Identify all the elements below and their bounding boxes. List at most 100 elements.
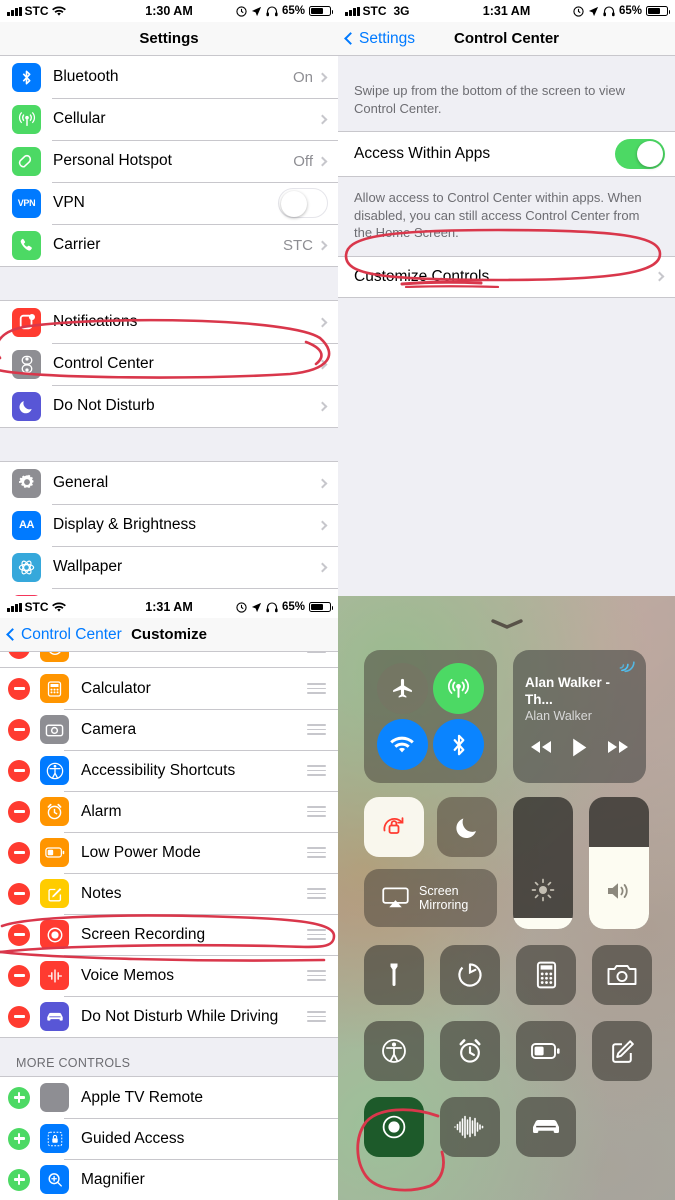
brightness-slider[interactable] bbox=[513, 797, 573, 929]
remove-badge[interactable] bbox=[8, 964, 30, 987]
remove-badge[interactable] bbox=[8, 677, 30, 700]
list-item-alarm[interactable]: Alarm bbox=[0, 791, 338, 832]
remove-badge[interactable] bbox=[8, 800, 30, 823]
sidebar-item-wallpaper[interactable]: Wallpaper bbox=[0, 546, 338, 588]
sidebar-item-vpn[interactable]: VPN VPN bbox=[0, 182, 338, 224]
sidebar-item-sounds-haptics[interactable]: Sounds & Haptics bbox=[0, 588, 338, 596]
airplane-mode-button[interactable] bbox=[376, 662, 428, 714]
settings-group-notifications: Notifications Control Center Do Not Dist… bbox=[0, 301, 338, 427]
wifi-button[interactable] bbox=[376, 719, 428, 771]
alarm-button[interactable] bbox=[440, 1021, 500, 1081]
do-not-disturb-while-driving-button[interactable] bbox=[516, 1097, 576, 1157]
remove-badge[interactable] bbox=[8, 1005, 30, 1028]
list-item-magnifier[interactable]: Magnifier bbox=[0, 1159, 338, 1200]
back-button-label: Control Center bbox=[21, 625, 122, 643]
status-bar: STC 3G 1:31 AM 65% bbox=[338, 0, 675, 22]
status-bar-left: STC bbox=[7, 600, 66, 614]
voice-memos-button[interactable] bbox=[440, 1097, 500, 1157]
row-label: Alarm bbox=[81, 802, 122, 820]
dismiss-chevron-icon[interactable] bbox=[490, 618, 524, 630]
list-item-timer-clipped[interactable]: Timer bbox=[0, 652, 338, 668]
list-item-camera[interactable]: Camera bbox=[0, 709, 338, 750]
list-item-low-power-mode[interactable]: Low Power Mode bbox=[0, 832, 338, 873]
row-label: Screen Recording bbox=[81, 925, 206, 943]
remove-badge[interactable] bbox=[8, 652, 30, 659]
cellular-icon bbox=[12, 104, 41, 134]
add-badge[interactable] bbox=[8, 1127, 30, 1150]
list-item-do-not-disturb-while-driving[interactable]: Do Not Disturb While Driving bbox=[0, 996, 338, 1037]
remove-badge[interactable] bbox=[8, 718, 30, 741]
airplay-audio-icon[interactable] bbox=[619, 658, 636, 673]
flashlight-button[interactable] bbox=[364, 945, 424, 1005]
back-button[interactable]: Control Center bbox=[6, 625, 122, 644]
access-within-apps-row[interactable]: Access Within Apps bbox=[338, 131, 675, 178]
wifi-icon bbox=[51, 5, 66, 16]
sidebar-item-cellular[interactable]: Cellular bbox=[0, 98, 338, 140]
drag-handle[interactable] bbox=[307, 1010, 326, 1023]
headphones-icon bbox=[266, 601, 278, 612]
list-item-calculator[interactable]: Calculator bbox=[0, 668, 338, 709]
sidebar-item-general[interactable]: General bbox=[0, 462, 338, 504]
chevron-right-icon bbox=[317, 240, 328, 250]
add-badge[interactable] bbox=[8, 1168, 30, 1191]
wifi-icon bbox=[51, 601, 66, 612]
sidebar-item-bluetooth[interactable]: Bluetooth On bbox=[0, 56, 338, 98]
sidebar-item-personal-hotspot[interactable]: Personal Hotspot Off bbox=[0, 140, 338, 182]
control-center-icon bbox=[12, 349, 41, 379]
headphones-icon bbox=[266, 5, 278, 16]
volume-slider[interactable] bbox=[589, 797, 649, 929]
list-item-notes[interactable]: Notes bbox=[0, 873, 338, 914]
back-button[interactable]: Settings bbox=[344, 30, 415, 48]
list-item-voice-memos[interactable]: Voice Memos bbox=[0, 955, 338, 996]
sidebar-item-do-not-disturb[interactable]: Do Not Disturb bbox=[0, 385, 338, 427]
drag-handle[interactable] bbox=[307, 805, 326, 818]
signal-bars-icon bbox=[7, 602, 22, 612]
vpn-toggle[interactable] bbox=[278, 188, 328, 218]
cellular-data-button[interactable] bbox=[433, 662, 485, 714]
accessibility-shortcuts-button[interactable] bbox=[364, 1021, 424, 1081]
fast-forward-button[interactable] bbox=[606, 739, 630, 755]
remove-badge[interactable] bbox=[8, 923, 30, 946]
rotation-lock-button[interactable] bbox=[364, 797, 424, 857]
list-item-guided-access[interactable]: Guided Access bbox=[0, 1118, 338, 1159]
access-within-apps-toggle[interactable] bbox=[615, 139, 665, 170]
sidebar-item-display-brightness[interactable]: AA Display & Brightness bbox=[0, 504, 338, 546]
screen-mirroring-button[interactable]: Screen Mirroring bbox=[364, 869, 497, 927]
screen-recording-icon bbox=[40, 920, 69, 949]
notes-button[interactable] bbox=[592, 1021, 652, 1081]
remove-badge[interactable] bbox=[8, 759, 30, 782]
drag-handle[interactable] bbox=[307, 887, 326, 900]
alarm-status-icon bbox=[236, 601, 247, 613]
drag-handle[interactable] bbox=[307, 682, 326, 695]
remove-badge[interactable] bbox=[8, 841, 30, 864]
calculator-button[interactable] bbox=[516, 945, 576, 1005]
drag-handle[interactable] bbox=[307, 723, 326, 736]
timer-button[interactable] bbox=[440, 945, 500, 1005]
row-label: Notifications bbox=[53, 313, 138, 330]
signal-bars-icon bbox=[7, 6, 22, 16]
customize-controls-row[interactable]: Customize Controls bbox=[338, 255, 675, 298]
add-badge[interactable] bbox=[8, 1086, 30, 1109]
sidebar-item-carrier[interactable]: Carrier STC bbox=[0, 224, 338, 266]
play-button[interactable] bbox=[570, 737, 589, 758]
drag-handle[interactable] bbox=[307, 969, 326, 982]
do-not-disturb-button[interactable] bbox=[437, 797, 497, 857]
list-item-accessibility-shortcuts[interactable]: Accessibility Shortcuts bbox=[0, 750, 338, 791]
rewind-button[interactable] bbox=[529, 739, 553, 755]
low-power-mode-button[interactable] bbox=[516, 1021, 576, 1081]
list-item-screen-recording[interactable]: Screen Recording bbox=[0, 914, 338, 955]
sidebar-item-control-center[interactable]: Control Center bbox=[0, 343, 338, 385]
chevron-right-icon bbox=[317, 562, 328, 572]
camera-button[interactable] bbox=[592, 945, 652, 1005]
screen-recording-button[interactable] bbox=[364, 1097, 424, 1157]
sidebar-item-notifications[interactable]: Notifications bbox=[0, 301, 338, 343]
drag-handle[interactable] bbox=[307, 846, 326, 859]
drag-handle[interactable] bbox=[307, 928, 326, 941]
drag-handle[interactable] bbox=[307, 764, 326, 777]
bluetooth-button[interactable] bbox=[433, 719, 485, 771]
list-item-apple-tv-remote[interactable]: Apple TV Remote bbox=[0, 1077, 338, 1118]
status-bar-right: 65% bbox=[236, 601, 333, 613]
remove-badge[interactable] bbox=[8, 882, 30, 905]
drag-handle[interactable] bbox=[307, 652, 326, 654]
battery-icon bbox=[309, 602, 333, 612]
